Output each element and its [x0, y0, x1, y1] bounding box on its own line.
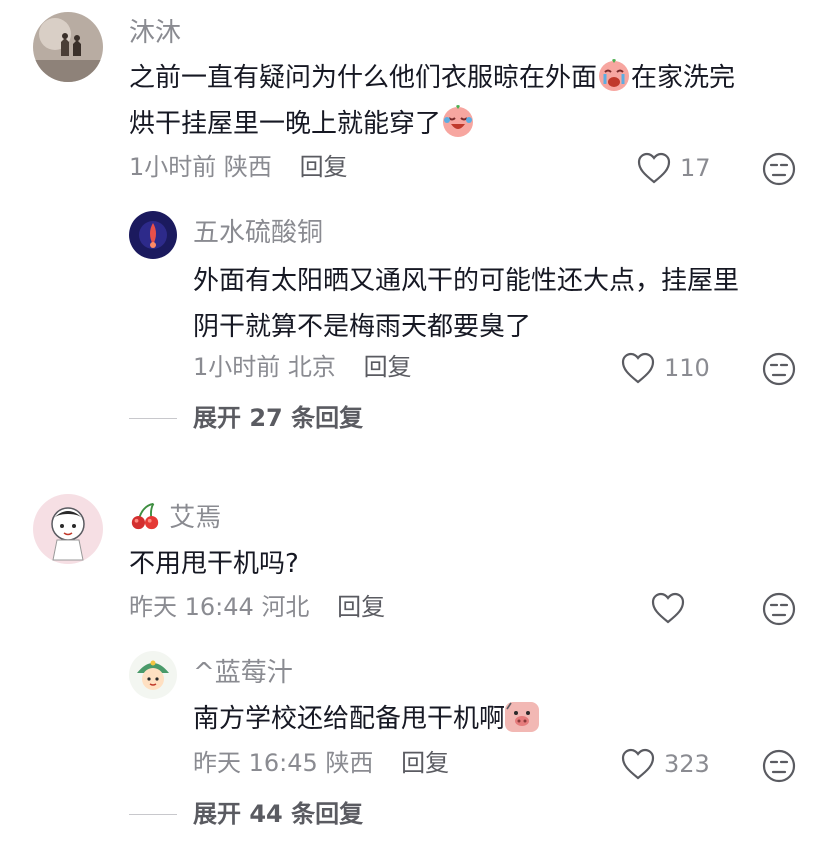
dislike-button[interactable]	[761, 591, 797, 627]
avatar[interactable]	[33, 494, 103, 564]
divider	[129, 417, 177, 419]
avatar[interactable]	[129, 211, 177, 259]
reply-text-line: 阴干就算不是梅雨天都要臭了	[193, 312, 532, 342]
reply-button[interactable]: 回复	[337, 593, 385, 621]
reply-location: 陕西	[325, 749, 374, 777]
comment-location: 河北	[261, 593, 310, 621]
heart-icon	[621, 352, 655, 384]
cherry-icon	[129, 500, 161, 532]
reply-text: 外面有太阳晒又通风干的可能性还大点，挂屋里 阴干就算不是梅雨天都要臭了	[193, 258, 813, 350]
like-button[interactable]: 110	[620, 351, 710, 385]
neutral-face-icon	[762, 152, 796, 186]
neutral-face-icon	[762, 592, 796, 626]
comment-text-part: 在家洗完	[631, 63, 736, 93]
like-count: 17	[680, 154, 711, 182]
reply-text-line: 南方学校还给配备甩干机啊	[193, 704, 506, 734]
like-count: 110	[664, 354, 710, 382]
avatar[interactable]	[33, 12, 103, 82]
like-count: 323	[664, 750, 710, 778]
expand-replies-button[interactable]: 展开 44 条回复	[129, 799, 363, 829]
like-button[interactable]: 323	[620, 747, 710, 781]
comment-text: 之前一直有疑问为什么他们衣服晾在外面 在家洗完 烘干挂屋里一晚上就能穿了	[129, 55, 809, 147]
comment-meta: 1小时前 陕西 回复	[129, 152, 348, 182]
reply-time: 1小时前	[193, 353, 281, 381]
expand-replies-label: 展开 44 条回复	[193, 800, 364, 828]
reply-text: 南方学校还给配备甩干机啊	[193, 696, 540, 742]
comment-author-name: 艾焉	[169, 503, 222, 533]
like-button[interactable]	[650, 591, 686, 625]
heart-icon	[651, 592, 685, 624]
comment-meta: 昨天 16:44 河北 回复	[129, 592, 385, 622]
dislike-button[interactable]	[761, 151, 797, 187]
comment-author[interactable]: 艾焉	[129, 500, 221, 535]
divider	[129, 813, 177, 815]
comment-text: 不用甩干机吗?	[129, 549, 299, 579]
like-button[interactable]: 17	[636, 151, 711, 185]
reply-text-line: 外面有太阳晒又通风干的可能性还大点，挂屋里	[193, 266, 740, 296]
avatar[interactable]	[129, 651, 177, 699]
reply-button[interactable]: 回复	[364, 353, 412, 381]
heart-icon	[637, 152, 671, 184]
reply-button[interactable]: 回复	[401, 749, 449, 777]
reply-meta: 昨天 16:45 陕西 回复	[193, 748, 449, 778]
crying-face-icon	[597, 58, 631, 92]
reply-meta: 1小时前 北京 回复	[193, 352, 412, 382]
dislike-button[interactable]	[761, 351, 797, 387]
reply-author[interactable]: ^蓝莓汁	[193, 656, 293, 690]
comment-time: 1小时前	[129, 153, 217, 181]
pig-face-icon	[505, 699, 540, 733]
comment-time: 昨天 16:44	[129, 593, 254, 621]
comment-author[interactable]: 沐沐	[129, 16, 181, 50]
comment-location: 陕西	[223, 153, 272, 181]
comment-text-part: 烘干挂屋里一晚上就能穿了	[129, 109, 442, 139]
laughing-crying-face-icon	[441, 104, 475, 138]
reply-button[interactable]: 回复	[300, 153, 348, 181]
neutral-face-icon	[762, 352, 796, 386]
reply-author[interactable]: 五水硫酸铜	[193, 216, 323, 250]
expand-replies-button[interactable]: 展开 27 条回复	[129, 403, 363, 433]
dislike-button[interactable]	[761, 748, 797, 784]
heart-icon	[621, 748, 655, 780]
reply-location: 北京	[287, 353, 336, 381]
expand-replies-label: 展开 27 条回复	[193, 404, 364, 432]
neutral-face-icon	[762, 749, 796, 783]
reply-time: 昨天 16:45	[193, 749, 318, 777]
comment-text-part: 之前一直有疑问为什么他们衣服晾在外面	[129, 63, 598, 93]
